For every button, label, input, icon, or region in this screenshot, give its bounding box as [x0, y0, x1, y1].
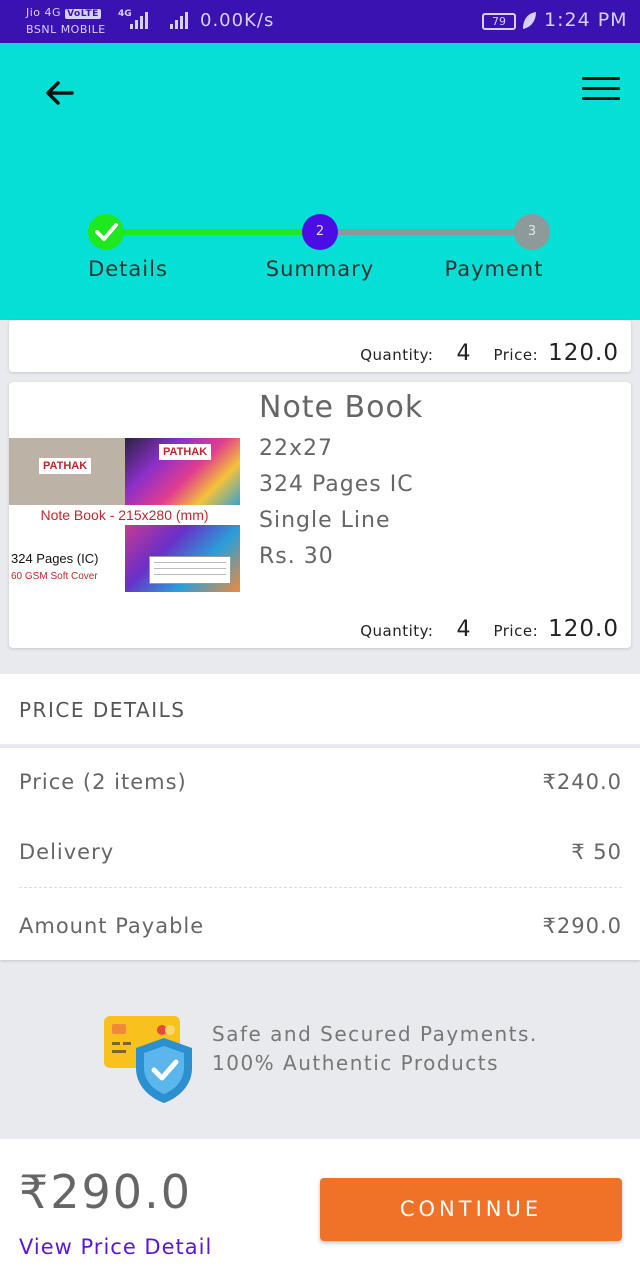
quantity-value: 4: [456, 341, 471, 366]
price-label: Price:: [493, 346, 539, 364]
carrier-1: Jio 4G: [26, 6, 62, 19]
price-row-label: Price (2 items): [19, 770, 187, 794]
product-image-banner: Note Book - 215x280 (mm): [9, 505, 240, 525]
product-size: 22x27: [259, 436, 334, 461]
delivery-row-value: ₹ 50: [571, 840, 622, 864]
amount-payable-label: Amount Payable: [19, 914, 205, 938]
step-summary-label: Summary: [265, 257, 375, 281]
product-pages: 324 Pages IC: [259, 472, 414, 497]
total-amount: ₹290.0: [19, 1165, 192, 1219]
checkout-stepper: 2 3 Details Summary Payment: [0, 213, 640, 293]
product-unit-price: Rs. 30: [259, 544, 334, 569]
product-image: PATHAK PATHAK Note Book - 215x280 (mm) 3…: [9, 438, 240, 592]
quantity-price-row: Quantity: 4 Price: 120.0: [360, 340, 619, 366]
continue-button[interactable]: CONTINUE: [320, 1178, 622, 1241]
step-payment-dot: 3: [514, 214, 550, 250]
product-image-brand: PATHAK: [39, 458, 92, 474]
header: 2 3 Details Summary Payment: [0, 43, 640, 320]
secure-card-shield-icon: [104, 1016, 192, 1103]
order-item-card: PATHAK PATHAK Note Book - 215x280 (mm) 3…: [9, 382, 631, 648]
payment-assurance: Safe and Secured Payments. 100% Authenti…: [100, 1010, 560, 1110]
signal-icon: [170, 11, 188, 29]
clock: 1:24 PM: [544, 9, 628, 31]
price-value: 120.0: [548, 340, 619, 366]
price-label: Price:: [493, 622, 539, 640]
assurance-line-1: Safe and Secured Payments.: [212, 1022, 538, 1046]
network-speed: 0.00K/s: [200, 10, 275, 31]
signal-icon: [130, 11, 148, 29]
price-value: 120.0: [548, 616, 619, 642]
price-details-title: PRICE DETAILS: [19, 698, 186, 722]
price-details-header: PRICE DETAILS: [0, 674, 640, 744]
amount-payable-value: ₹290.0: [542, 914, 622, 938]
price-details-body: Price (2 items) ₹240.0 Delivery ₹ 50 Amo…: [0, 748, 640, 960]
step-details-label: Details: [88, 257, 168, 281]
checkout-footer: ₹290.0 View Price Detail CONTINUE: [0, 1139, 640, 1280]
assurance-text: Safe and Secured Payments. 100% Authenti…: [212, 1020, 538, 1078]
order-item-card: Quantity: 4 Price: 120.0: [9, 320, 631, 372]
product-ruling: Single Line: [259, 508, 391, 533]
price-row-value: ₹240.0: [542, 770, 622, 794]
step-payment-label: Payment: [444, 257, 544, 281]
battery-icon: 79: [482, 13, 516, 30]
product-image-pages: 324 Pages (IC): [11, 551, 99, 566]
quantity-label: Quantity:: [360, 346, 434, 364]
volte-badge: VoLTE: [65, 9, 101, 19]
price-row: Price (2 items) ₹240.0: [19, 770, 622, 794]
arrow-left-icon: [46, 81, 74, 105]
hamburger-menu-icon: [582, 77, 620, 100]
menu-button[interactable]: [582, 77, 620, 109]
view-price-detail-link[interactable]: View Price Detail: [19, 1235, 212, 1259]
amount-payable-row: Amount Payable ₹290.0: [19, 914, 622, 938]
product-image-brand: PATHAK: [159, 444, 212, 460]
delivery-row: Delivery ₹ 50: [19, 840, 622, 864]
quantity-price-row: Quantity: 4 Price: 120.0: [360, 616, 619, 642]
checkmark-icon: [95, 223, 118, 241]
leaf-icon: [523, 12, 536, 29]
product-image-cover: 60 GSM Soft Cover: [11, 571, 98, 582]
stepper-line-pending: [320, 229, 532, 235]
step-summary-dot: 2: [302, 214, 338, 250]
step-details-dot: [88, 214, 124, 250]
assurance-line-2: 100% Authentic Products: [212, 1051, 499, 1075]
quantity-value: 4: [456, 617, 471, 642]
product-title: Note Book: [259, 390, 424, 425]
status-bar: Jio 4G VoLTE BSNL MOBILE 4G 0.00K/s 79 1…: [0, 0, 640, 43]
stepper-line-complete: [106, 229, 320, 235]
carrier-2: BSNL MOBILE: [26, 23, 106, 36]
back-button[interactable]: [40, 73, 80, 113]
price-divider: [19, 887, 622, 888]
delivery-row-label: Delivery: [19, 840, 115, 864]
product-image-label-box: [149, 556, 231, 584]
quantity-label: Quantity:: [360, 622, 434, 640]
carrier-info: Jio 4G VoLTE BSNL MOBILE: [26, 5, 106, 37]
